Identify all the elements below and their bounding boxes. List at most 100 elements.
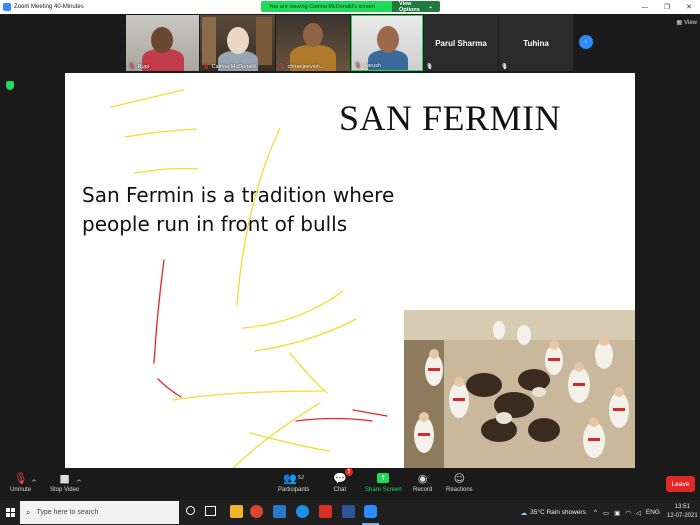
record-icon: ◉	[417, 471, 428, 485]
chat-label: Chat	[333, 487, 347, 493]
view-button[interactable]: ▦ View	[676, 19, 697, 26]
annotation-stroke	[153, 259, 165, 364]
participants-button[interactable]: 👥 52 Participants	[278, 471, 309, 494]
chevron-up-icon[interactable]: ^	[594, 509, 597, 516]
maximize-button[interactable]: ❐	[656, 0, 678, 14]
viewing-screen-text: You are viewing Catrina McDonald's scree…	[261, 1, 392, 12]
weather-text[interactable]: 35°C Rain showers	[530, 509, 586, 516]
unmute-label: Unmute	[10, 487, 32, 493]
presentation-slide: SAN FERMIN San Fermin is a tradition whe…	[65, 73, 635, 468]
participant-strip: 🎙 Rupi 🎙 Catrina McDonald 🎙 chiranjeevsi…	[0, 14, 700, 72]
chat-button[interactable]: 💬 3 Chat	[333, 468, 353, 493]
annotation-stroke	[172, 390, 324, 401]
task-view-icon[interactable]	[205, 506, 216, 516]
participant-name-label: 🎙 Rupi	[128, 63, 149, 70]
leave-button[interactable]: Leave	[666, 476, 695, 492]
record-button[interactable]: ◉ Record	[413, 471, 433, 494]
search-placeholder: Type here to search	[36, 509, 99, 516]
share-screen-label: Share Screen	[365, 487, 402, 493]
muted-mic-icon: 🎙	[128, 63, 136, 70]
view-label: View	[684, 19, 697, 26]
chat-icon: 💬 3	[333, 468, 353, 485]
pdf-icon[interactable]	[319, 505, 332, 518]
taskbar-search-box[interactable]: ⌕ Type here to search	[20, 501, 179, 524]
chrome-icon[interactable]	[250, 505, 263, 518]
window-title: Zoom Meeting 40-Minutes	[14, 4, 84, 10]
shield-icon	[6, 81, 14, 90]
chevron-up-icon: ^	[76, 479, 82, 487]
annotation-stroke	[295, 417, 373, 422]
store-icon[interactable]	[273, 505, 286, 518]
participant-tile[interactable]: 🎙 chiranjeevsin...	[276, 15, 350, 71]
reactions-button[interactable]: ☺ Reactions	[446, 471, 473, 494]
minimize-button[interactable]: —	[634, 0, 656, 14]
bookshelf-background	[202, 17, 216, 65]
annotation-stroke	[124, 128, 197, 138]
participant-video-head	[227, 27, 249, 54]
meeting-toolbar: 🎙 Unmute ^ ■ Stop Video ^ 👥 52 Participan…	[0, 468, 700, 500]
view-options-button[interactable]: View Options ⌄	[392, 1, 440, 12]
participant-name-label: 🎙 Aarush	[354, 62, 382, 69]
stop-video-button[interactable]: ■ Stop Video	[50, 471, 79, 494]
participant-tile-active[interactable]: 🎙 Aarush	[351, 15, 423, 71]
video-options-chevron[interactable]: ^	[76, 476, 82, 492]
participant-tile[interactable]: 🎙 Rupi	[126, 15, 199, 71]
language-indicator[interactable]: ENG	[646, 509, 660, 516]
chevron-right-icon: ›	[584, 38, 588, 46]
file-explorer-icon[interactable]	[230, 505, 243, 518]
audio-options-chevron[interactable]: ^	[31, 476, 37, 492]
zoom-app-icon	[3, 3, 11, 11]
bookshelf-background	[256, 17, 272, 65]
participant-name-label: 🎙 Catrina McDonald	[202, 63, 256, 70]
word-icon[interactable]	[342, 505, 355, 518]
participant-mic-label: 🎙	[501, 64, 508, 70]
annotation-stroke	[249, 432, 330, 452]
meet-now-icon[interactable]: ▣	[614, 509, 620, 517]
cortana-icon[interactable]	[186, 506, 195, 515]
muted-mic-icon: 🎙	[501, 64, 508, 70]
close-button[interactable]: ✕	[678, 0, 700, 14]
muted-mic-icon: 🎙	[426, 64, 433, 70]
start-button[interactable]	[0, 500, 20, 525]
clock-time: 13:51	[674, 504, 690, 510]
view-options-label: View Options	[399, 1, 420, 12]
share-screen-icon: ↑	[377, 471, 390, 485]
chat-badge: 3	[344, 468, 353, 476]
taskbar-clock[interactable]: 13:51 12-07-2021	[667, 503, 698, 521]
record-label: Record	[413, 487, 433, 493]
grid-icon: ▦	[676, 19, 683, 26]
share-screen-button[interactable]: ↑ Share Screen	[365, 471, 402, 493]
annotation-stroke	[236, 127, 281, 306]
people-icon: 👥 52	[283, 471, 305, 485]
participant-tile[interactable]: Parul Sharma 🎙	[424, 15, 498, 71]
windows-logo-icon	[5, 508, 15, 517]
wifi-icon[interactable]: ◠	[625, 509, 631, 517]
reactions-label: Reactions	[446, 487, 473, 493]
participant-video-head	[151, 27, 173, 53]
muted-mic-icon: 🎙	[13, 471, 28, 485]
muted-mic-icon: 🎙	[202, 63, 210, 70]
muted-mic-icon: 🎙	[278, 63, 286, 70]
zoom-taskbar-icon[interactable]	[364, 505, 377, 518]
smiley-icon: ☺	[453, 471, 466, 485]
network-icon[interactable]: ▭	[603, 509, 609, 517]
volume-icon[interactable]: ◁	[636, 509, 641, 517]
chevron-down-icon: ⌄	[428, 3, 433, 10]
participant-name-label: 🎙 chiranjeevsin...	[278, 63, 325, 70]
title-bar: Zoom Meeting 40-Minutes You are viewing …	[0, 0, 700, 14]
next-page-button[interactable]: ›	[579, 35, 593, 49]
edge-icon[interactable]	[296, 505, 309, 518]
search-icon: ⌕	[26, 507, 31, 517]
unmute-button[interactable]: 🎙 Unmute	[10, 471, 32, 494]
participant-video-head	[377, 26, 399, 53]
participant-tile[interactable]: Tuhina 🎙	[499, 15, 573, 71]
participants-count: 52	[297, 475, 305, 481]
clock-date: 12-07-2021	[667, 513, 698, 519]
shared-screen-area: SAN FERMIN San Fermin is a tradition whe…	[0, 72, 700, 468]
annotation-stroke	[242, 290, 344, 329]
video-camera-icon: ■	[59, 471, 70, 485]
annotation-stroke	[110, 89, 184, 108]
participant-tile[interactable]: 🎙 Catrina McDonald	[200, 15, 275, 71]
participant-name: Parul Sharma	[435, 38, 487, 48]
annotation-stroke	[352, 409, 388, 417]
